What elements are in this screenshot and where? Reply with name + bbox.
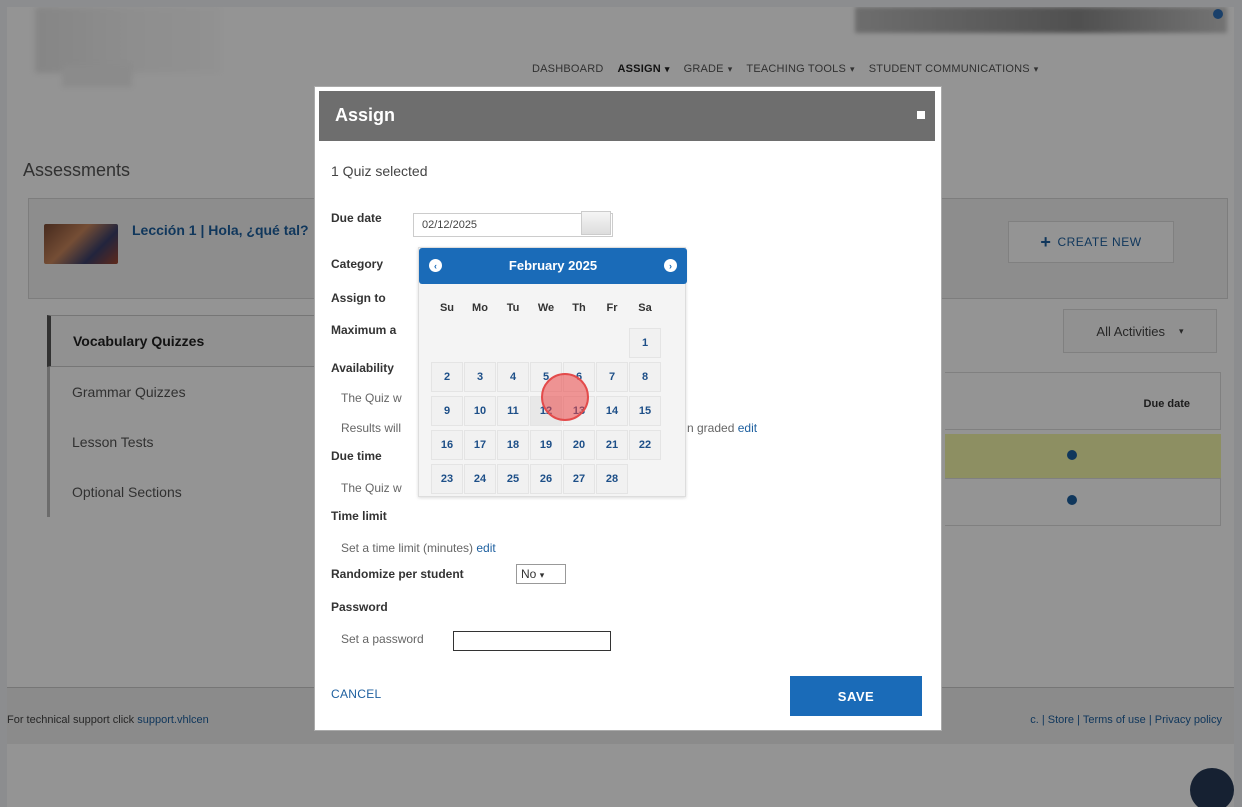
close-icon[interactable]: ×: [917, 111, 925, 119]
day-18[interactable]: 18: [497, 430, 529, 460]
day-1[interactable]: 1: [629, 328, 661, 358]
weekday-fr: Fr: [606, 302, 618, 314]
due-time-text: The Quiz w: [341, 481, 402, 495]
weekday-th: Th: [572, 302, 586, 314]
day-15[interactable]: 15: [629, 396, 661, 426]
assign-to-label: Assign to: [331, 291, 386, 305]
time-limit-edit-link[interactable]: edit: [476, 541, 495, 555]
day-2[interactable]: 2: [431, 362, 463, 392]
day-14[interactable]: 14: [596, 396, 628, 426]
randomize-select[interactable]: No ▾: [516, 564, 566, 584]
modal-title: Assign: [335, 105, 396, 125]
day-23[interactable]: 23: [431, 464, 463, 494]
next-month-icon[interactable]: ›: [664, 259, 677, 272]
day-19[interactable]: 19: [530, 430, 562, 460]
results-edit-link[interactable]: edit: [738, 421, 757, 435]
randomize-value: No: [521, 567, 537, 581]
due-time-label: Due time: [331, 449, 382, 463]
selection-count: 1 Quiz selected: [331, 163, 428, 179]
day-28[interactable]: 28: [596, 464, 628, 494]
time-limit-desc: Set a time limit (minutes): [341, 541, 474, 555]
time-limit-text: Set a time limit (minutes) edit: [341, 541, 496, 555]
day-20[interactable]: 20: [563, 430, 595, 460]
save-button[interactable]: SAVE: [790, 676, 922, 716]
chevron-down-icon: ▾: [539, 570, 545, 580]
day-3[interactable]: 3: [464, 362, 496, 392]
day-9[interactable]: 9: [431, 396, 463, 426]
cancel-button[interactable]: CANCEL: [331, 687, 381, 701]
day-26[interactable]: 26: [530, 464, 562, 494]
day-11[interactable]: 11: [497, 396, 529, 426]
day-17[interactable]: 17: [464, 430, 496, 460]
weekday-su: Su: [439, 302, 455, 314]
datepicker: ‹ February 2025 › SuMoTuWeThFrSa12345678…: [418, 247, 687, 497]
day-7[interactable]: 7: [596, 362, 628, 392]
availability-text: The Quiz w: [341, 391, 402, 405]
due-date-label: Due date: [331, 211, 382, 225]
weekday-tu: Tu: [506, 302, 520, 314]
category-label: Category: [331, 257, 384, 271]
day-25[interactable]: 25: [497, 464, 529, 494]
day-27[interactable]: 27: [563, 464, 595, 494]
time-limit-label: Time limit: [331, 509, 387, 523]
datepicker-header: ‹ February 2025 ›: [419, 248, 687, 284]
calendar-button[interactable]: [581, 211, 611, 235]
weekday-sa: Sa: [638, 302, 652, 314]
password-input[interactable]: [453, 631, 611, 651]
modal-header: Assign ×: [319, 91, 935, 141]
day-4[interactable]: 4: [497, 362, 529, 392]
click-indicator: [541, 373, 589, 421]
availability-label: Availability: [331, 361, 394, 375]
results-text: Results will: [341, 421, 402, 435]
randomize-label: Randomize per student: [331, 567, 464, 581]
day-8[interactable]: 8: [629, 362, 661, 392]
maximum-attempts-label: Maximum a: [331, 323, 397, 337]
day-24[interactable]: 24: [464, 464, 496, 494]
weekday-mo: Mo: [472, 302, 488, 314]
datepicker-month: February 2025: [508, 258, 598, 273]
day-21[interactable]: 21: [596, 430, 628, 460]
weekday-we: We: [537, 302, 555, 314]
results-suffix-text: n graded: [687, 421, 735, 435]
day-10[interactable]: 10: [464, 396, 496, 426]
password-text: Set a password: [341, 632, 424, 646]
results-text-suffix: n graded edit: [687, 421, 757, 435]
day-16[interactable]: 16: [431, 430, 463, 460]
day-22[interactable]: 22: [629, 430, 661, 460]
password-label: Password: [331, 600, 388, 614]
